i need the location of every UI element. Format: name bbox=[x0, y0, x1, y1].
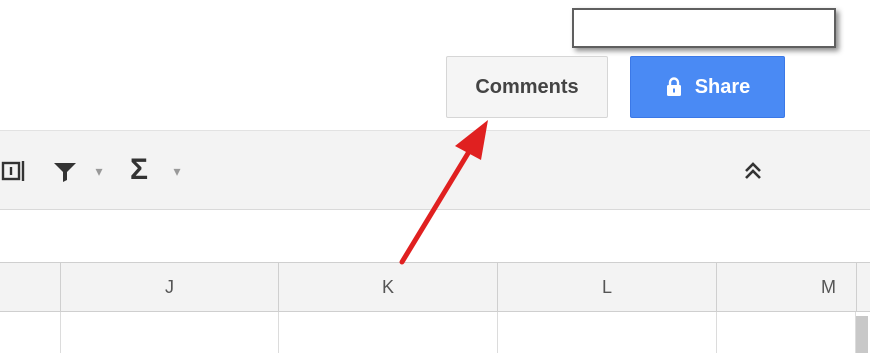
popup-box bbox=[572, 8, 836, 48]
share-label: Share bbox=[694, 75, 751, 98]
toolbar: ▾ Σ ▾ bbox=[0, 130, 870, 210]
grid-cell[interactable] bbox=[61, 312, 279, 353]
grid-cell[interactable] bbox=[498, 312, 717, 353]
grid-cell[interactable] bbox=[717, 312, 856, 353]
collapse-toolbar-icon[interactable] bbox=[738, 155, 768, 187]
column-header-j[interactable]: J bbox=[61, 263, 279, 311]
grid-cell[interactable] bbox=[279, 312, 498, 353]
column-header-l[interactable]: L bbox=[498, 263, 717, 311]
vertical-scrollbar[interactable] bbox=[856, 316, 868, 353]
column-header-row: J K L M bbox=[0, 262, 870, 312]
comments-button[interactable]: Comments bbox=[446, 56, 608, 118]
filter-dropdown-icon[interactable]: ▾ bbox=[92, 159, 106, 183]
share-button[interactable]: Share bbox=[630, 56, 785, 118]
functions-icon[interactable]: Σ bbox=[124, 153, 154, 187]
grid-row bbox=[0, 312, 870, 353]
filter-icon[interactable] bbox=[50, 157, 80, 187]
column-header-k[interactable]: K bbox=[279, 263, 498, 311]
grid-cell[interactable] bbox=[0, 312, 61, 353]
wrap-icon[interactable] bbox=[0, 155, 30, 187]
column-header-m[interactable]: M bbox=[717, 263, 857, 311]
lock-icon bbox=[666, 77, 681, 96]
functions-dropdown-icon[interactable]: ▾ bbox=[170, 159, 184, 183]
comments-label: Comments bbox=[475, 75, 579, 98]
column-header-blank[interactable] bbox=[0, 263, 61, 311]
